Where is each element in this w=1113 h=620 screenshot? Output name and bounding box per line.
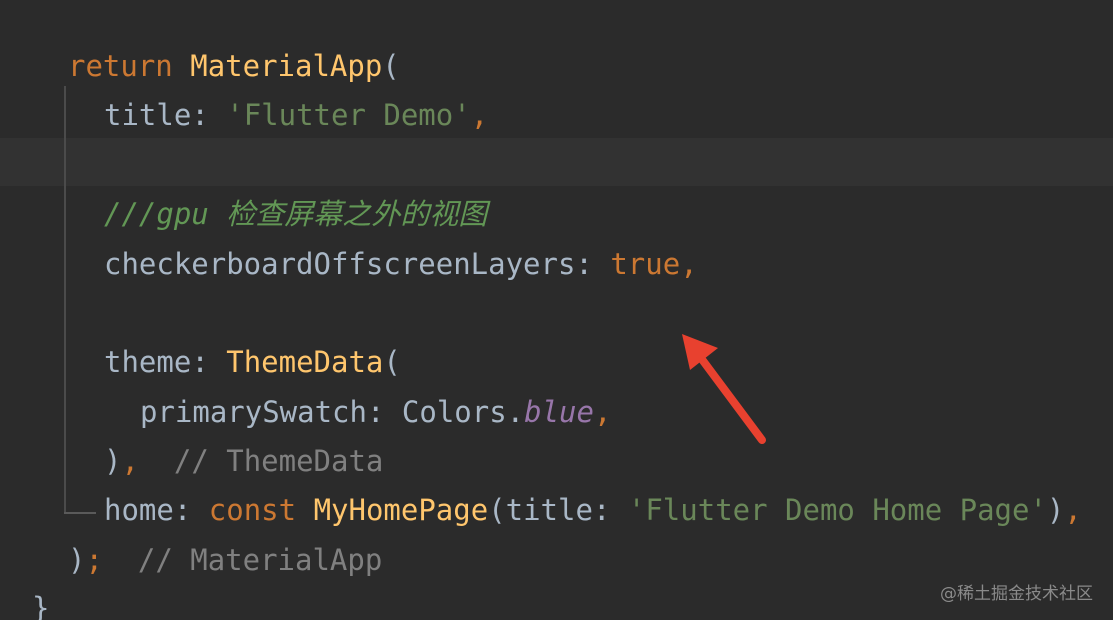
comma: ,: [470, 98, 489, 132]
comma: ,: [1064, 493, 1082, 527]
semicolon: ;: [85, 543, 103, 577]
code-line-theme[interactable]: theme: ThemeData(: [104, 342, 401, 382]
code-line-home[interactable]: home: const MyHomePage(title: 'Flutter D…: [104, 490, 1082, 530]
current-line-highlight: [0, 138, 1113, 186]
class-materialapp: MaterialApp: [190, 49, 383, 83]
paren: (: [382, 49, 400, 83]
code-line-checkerboard[interactable]: checkerboardOffscreenLayers: true,: [104, 244, 698, 284]
comment-materialapp: // MaterialApp: [137, 543, 383, 577]
code-line-title[interactable]: title: 'Flutter Demo',: [104, 95, 488, 135]
paren: (: [383, 345, 401, 379]
comma: ,: [680, 247, 698, 281]
colon: :: [575, 247, 593, 281]
doc-comment: ///gpu 检查屏幕之外的视图: [104, 197, 488, 231]
code-line-themedata-close[interactable]: ), // ThemeData: [104, 441, 383, 481]
keyword-return: return: [68, 49, 173, 83]
colon: :: [592, 493, 611, 527]
colon: :: [191, 98, 209, 132]
colon: :: [191, 345, 209, 379]
closing-brace: }: [32, 591, 50, 620]
param-primaryswatch: primarySwatch: [140, 395, 367, 429]
code-line-doc-comment[interactable]: ///gpu 检查屏幕之外的视图: [104, 194, 487, 234]
paren: (: [488, 493, 506, 527]
comment-themedata: // ThemeData: [173, 444, 384, 478]
paren: ): [1046, 493, 1065, 527]
colon: :: [366, 395, 385, 429]
code-line-primaryswatch[interactable]: primarySwatch: Colors.blue,: [140, 392, 611, 432]
param-checkerboard: checkerboardOffscreenLayers: [104, 247, 576, 281]
keyword-const: const: [208, 493, 297, 527]
param-title: title: [505, 493, 593, 527]
red-arrow-icon: [682, 334, 766, 444]
param-home: home: [104, 493, 174, 527]
indent-guide-branch: [64, 512, 96, 514]
code-line-brace[interactable]: }: [32, 588, 49, 620]
code-editor[interactable]: return MaterialApp( title: 'Flutter Demo…: [0, 0, 1113, 620]
indent-guide: [64, 86, 66, 514]
param-theme: theme: [104, 345, 192, 379]
comma: ,: [121, 444, 139, 478]
comma: ,: [593, 395, 612, 429]
colon: :: [173, 493, 192, 527]
class-themedata: ThemeData: [226, 345, 384, 379]
code-line-materialapp-close[interactable]: ); // MaterialApp: [68, 540, 382, 580]
string-home-page: 'Flutter Demo Home Page': [627, 493, 1047, 527]
code-line-return[interactable]: return MaterialApp(: [68, 46, 400, 86]
class-myhomepage: MyHomePage: [313, 493, 489, 527]
class-colors: Colors.: [401, 395, 525, 429]
paren: ): [104, 444, 122, 478]
param-title: title: [104, 98, 192, 132]
string-flutter-demo: 'Flutter Demo': [226, 98, 471, 132]
field-blue: blue: [524, 395, 594, 429]
paren: ): [68, 543, 86, 577]
watermark: @稀土掘金技术社区: [940, 584, 1093, 604]
value-true: true: [610, 247, 681, 281]
